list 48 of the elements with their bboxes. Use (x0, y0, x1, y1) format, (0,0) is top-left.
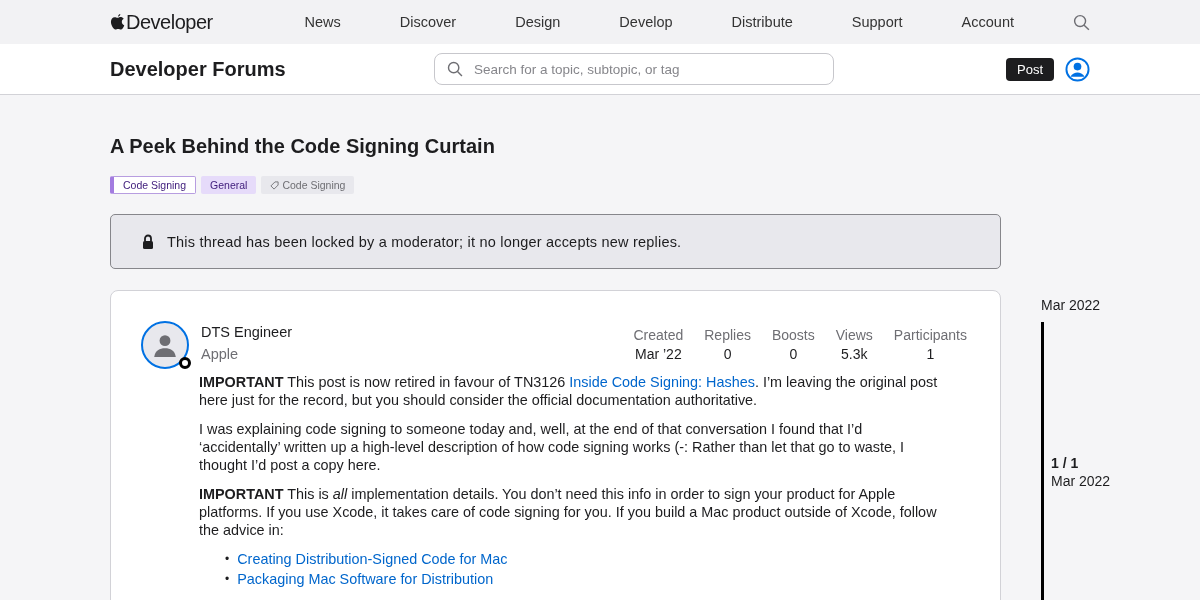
bullet: • (225, 571, 230, 588)
brand-name[interactable]: Developer (126, 10, 213, 34)
apple-icon (110, 13, 125, 31)
thread-title: A Peek Behind the Code Signing Curtain (110, 135, 496, 158)
tag-link[interactable]: General (201, 176, 257, 194)
person-icon (152, 332, 178, 358)
lock-notice: This thread has been locked by a moderator; it no longer accepts new replies. (167, 233, 682, 250)
forum-title[interactable]: Developer Forums (110, 57, 434, 81)
stat-label: Boosts (771, 327, 815, 343)
stat-label: Replies (704, 327, 751, 343)
nav-link[interactable]: News (304, 14, 341, 30)
stat-label: Participants (893, 327, 967, 343)
account-icon[interactable] (1065, 56, 1090, 82)
lock-icon (142, 234, 154, 249)
timeline-position: 1 / 1 (1051, 455, 1080, 471)
stat-label: Created (633, 327, 684, 343)
stat-value: 5.3k (841, 346, 868, 362)
post-paragraph: IMPORTANT This post is now retired in favour of TN3126 Inside Code Signing: Hashes. I’m leaving the original post here just for the record, but you should consider the official documentation authoritative. (199, 373, 939, 409)
doc-link[interactable]: Packaging Mac Software for Distribution (237, 570, 494, 588)
nav-link[interactable]: Distribute (731, 14, 793, 30)
tag-link[interactable]: Code Signing (110, 176, 197, 194)
nav-link[interactable]: Develop (619, 14, 673, 30)
tag-icon (270, 180, 280, 190)
timeline-start: Mar 2022 (1041, 297, 1102, 313)
doc-link[interactable]: Creating Distribution-Signed Code for Mac (237, 550, 508, 568)
search-icon[interactable] (1073, 13, 1090, 31)
search-icon (447, 61, 463, 77)
post-paragraph: I was explaining code signing to someone today and, well, at the end of that conversation I found that I’d ‘accidentally’ written up a high-level description of how code signing works (-: Rather than let that go to waste, I thought I’d post a copy here. (199, 420, 905, 474)
avatar[interactable] (141, 321, 189, 369)
nav-link[interactable]: Design (515, 14, 561, 30)
nav-link[interactable]: Discover (399, 14, 457, 30)
stat-value: 0 (789, 346, 798, 362)
nav-link[interactable]: Account (961, 14, 1014, 30)
timeline-date: Mar 2022 (1051, 473, 1111, 489)
author-affiliation: Apple (201, 346, 240, 362)
inline-link[interactable]: Inside Code Signing: Hashes (569, 374, 755, 390)
post-button[interactable]: Post (1006, 57, 1054, 81)
bullet: • (225, 551, 230, 568)
nav-link[interactable]: Support (851, 14, 903, 30)
stat-value: 0 (723, 346, 732, 362)
stat-label: Views (835, 327, 873, 343)
post-paragraph: IMPORTANT This is all implementation details. You don’t need this info in order to sign your product for Apple platforms. If you use Xcode, it takes care of code signing for you. If you build a Mac product outside of Xcode, follow the advice in: (199, 485, 938, 539)
staff-badge-icon (179, 357, 191, 369)
author-name[interactable]: DTS Engineer (201, 324, 293, 340)
tag-link[interactable]: Code Signing (261, 176, 355, 194)
stat-value: Mar ’22 (635, 346, 682, 362)
stat-value: 1 (926, 346, 935, 362)
search-field[interactable]: Search for a topic, subtopic, or tag (434, 53, 834, 85)
